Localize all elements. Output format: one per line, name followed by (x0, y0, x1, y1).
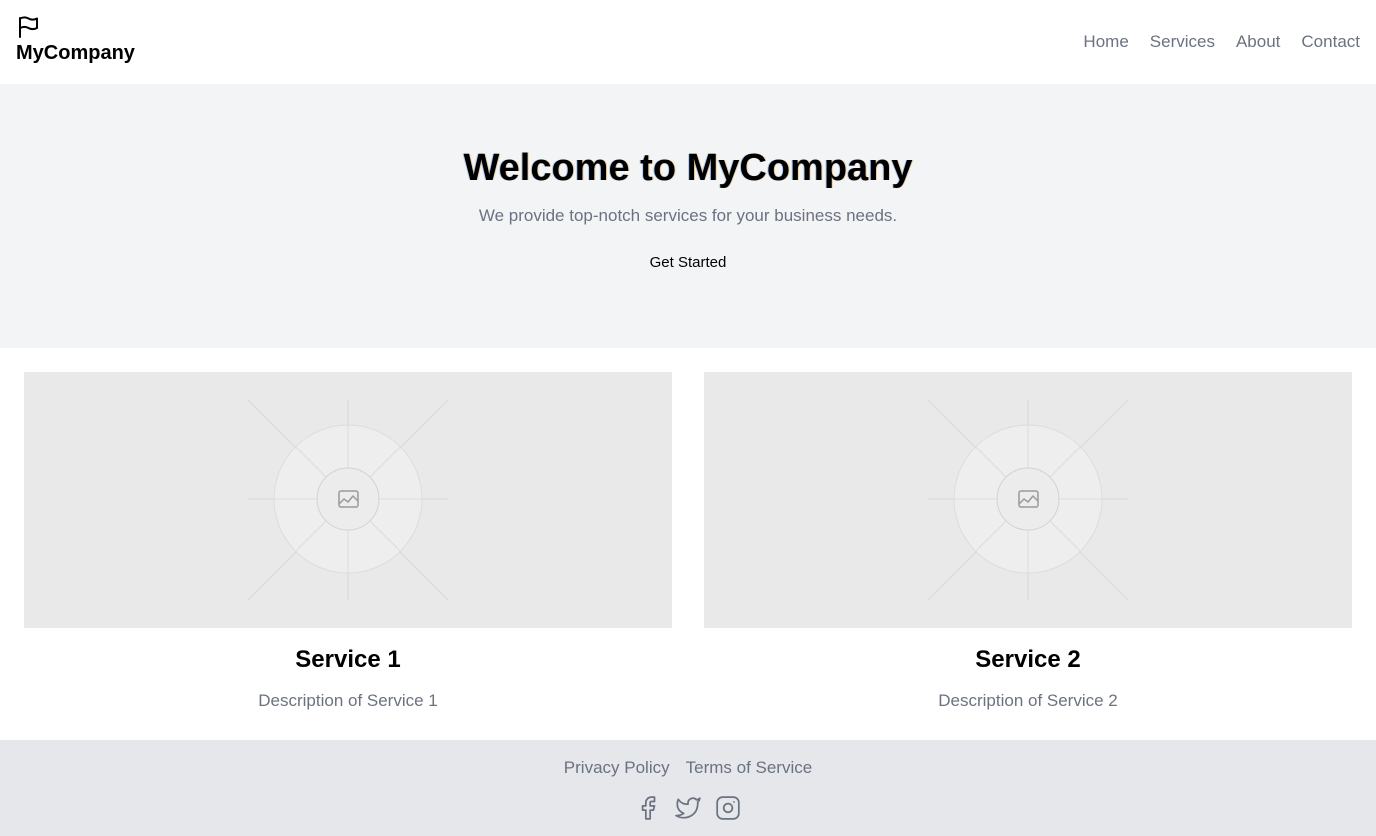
privacy-policy-link[interactable]: Privacy Policy (564, 757, 670, 779)
service-card: Service 1 Description of Service 1 (24, 372, 672, 712)
service-card: Service 2 Description of Service 2 (704, 372, 1352, 712)
image-placeholder-icon (927, 399, 1129, 601)
nav-about-link[interactable]: About (1236, 31, 1280, 53)
social-links (0, 795, 1376, 821)
hero-title: Welcome to MyCompany (463, 147, 913, 189)
facebook-icon (641, 796, 656, 820)
twitter-link[interactable] (675, 795, 701, 821)
service-title: Service 2 (975, 646, 1081, 673)
service-description: Description of Service 1 (258, 691, 438, 710)
nav-home-link[interactable]: Home (1083, 31, 1128, 53)
service-description: Description of Service 2 (938, 691, 1118, 710)
service-title: Service 1 (295, 646, 401, 673)
hero-subtitle: We provide top-notch services for your b… (478, 206, 898, 225)
main-nav: Home Services About Contact (1083, 31, 1360, 53)
service-image-placeholder (24, 372, 672, 628)
service-image-placeholder (704, 372, 1352, 628)
hero-section: Welcome to MyCompany We provide top-notc… (0, 84, 1376, 348)
flag-icon (19, 16, 38, 38)
brand-name: MyCompany (16, 42, 135, 64)
brand-logo-link[interactable]: MyCompany (16, 15, 135, 65)
footer-links: Privacy Policy Terms of Service (0, 757, 1376, 779)
terms-of-service-link[interactable]: Terms of Service (686, 757, 813, 779)
nav-services-link[interactable]: Services (1150, 31, 1215, 53)
site-header: MyCompany Home Services About Contact (0, 0, 1376, 84)
image-placeholder-icon (247, 399, 449, 601)
services-section: Service 1 Description of Service 1 Servi… (0, 348, 1376, 740)
site-footer: Privacy Policy Terms of Service (0, 740, 1376, 836)
get-started-button[interactable]: Get Started (638, 252, 738, 274)
twitter-icon (675, 797, 701, 819)
instagram-icon (716, 796, 740, 820)
nav-contact-link[interactable]: Contact (1301, 31, 1360, 53)
instagram-link[interactable] (715, 795, 741, 821)
facebook-link[interactable] (635, 795, 661, 821)
